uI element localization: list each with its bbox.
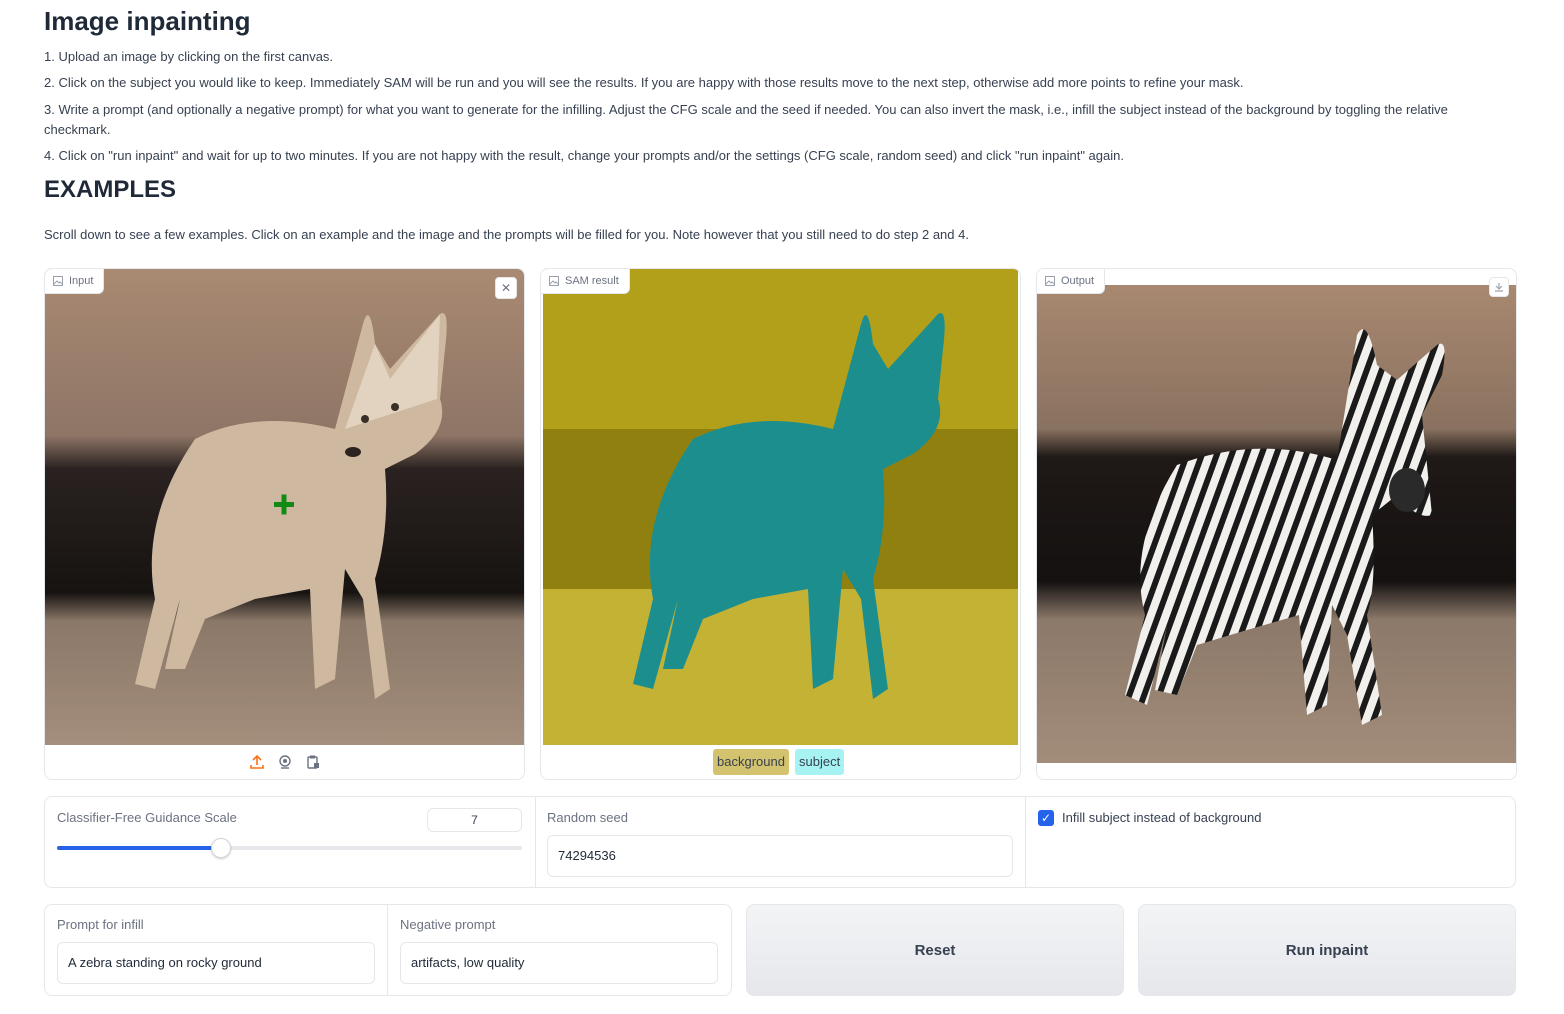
image-icon xyxy=(1045,276,1055,286)
input-source-toolbar xyxy=(45,745,524,779)
instruction-step-2: 2. Click on the subject you would like t… xyxy=(44,75,1244,90)
checkmark-icon: ✓ xyxy=(1040,811,1052,825)
instruction-step-3: 3. Write a prompt (and optionally a nega… xyxy=(44,102,1448,137)
clear-image-button[interactable]: ✕ xyxy=(495,277,517,299)
settings-row: Classifier-Free Guidance Scale 7 Random … xyxy=(44,796,1516,888)
upload-icon[interactable] xyxy=(249,754,265,770)
invert-mask-block: ✓ Infill subject instead of background xyxy=(1026,797,1515,887)
prompt-block: Prompt for infill A zebra standing on ro… xyxy=(45,905,388,995)
random-seed-input[interactable]: 74294536 xyxy=(547,835,1013,877)
sam-result-image xyxy=(543,269,1018,745)
prompt-label: Prompt for infill xyxy=(57,917,144,932)
negative-prompt-block: Negative prompt artifacts, low quality xyxy=(388,905,730,995)
legend-background: background xyxy=(713,749,789,775)
negative-prompt-label: Negative prompt xyxy=(400,917,496,932)
close-icon: ✕ xyxy=(500,281,512,295)
cfg-scale-slider-fill xyxy=(57,846,220,850)
examples-note: Scroll down to see a few examples. Click… xyxy=(44,227,969,242)
random-seed-label: Random seed xyxy=(547,810,628,825)
invert-mask-label[interactable]: Infill subject instead of background xyxy=(1062,810,1261,825)
examples-heading: EXAMPLES xyxy=(44,176,177,203)
instruction-step-4: 4. Click on "run inpaint" and wait for u… xyxy=(44,148,1124,163)
output-label: Output xyxy=(1061,275,1095,287)
invert-mask-checkbox[interactable]: ✓ xyxy=(1038,810,1054,826)
input-label: Input xyxy=(69,275,94,287)
run-inpaint-button[interactable]: Run inpaint xyxy=(1138,904,1516,996)
page-title: Image inpainting xyxy=(44,6,251,36)
output-image xyxy=(1037,285,1516,763)
random-seed-block: Random seed 74294536 xyxy=(536,797,1026,887)
cfg-scale-label: Classifier-Free Guidance Scale xyxy=(57,810,237,825)
input-label-tag: Input xyxy=(45,269,105,294)
output-label-tag: Output xyxy=(1037,269,1106,294)
sam-label-tag: SAM result xyxy=(541,269,630,294)
image-icon xyxy=(549,276,559,286)
input-image-panel[interactable]: Input ✕ xyxy=(44,268,525,780)
download-button[interactable] xyxy=(1489,277,1509,297)
cfg-scale-slider-handle[interactable] xyxy=(211,838,231,858)
sam-result-panel: SAM result background subject xyxy=(540,268,1021,780)
cfg-scale-number-input[interactable]: 7 xyxy=(427,808,522,832)
legend-subject: subject xyxy=(795,749,845,775)
sam-label: SAM result xyxy=(565,275,619,287)
instruction-step-1: 1. Upload an image by clicking on the fi… xyxy=(44,49,334,64)
reset-button[interactable]: Reset xyxy=(746,904,1124,996)
prompts-block: Prompt for infill A zebra standing on ro… xyxy=(44,904,732,996)
input-image[interactable] xyxy=(45,269,524,745)
negative-prompt-textarea[interactable]: artifacts, low quality xyxy=(400,942,718,984)
cfg-scale-block: Classifier-Free Guidance Scale 7 xyxy=(45,797,536,887)
prompt-textarea[interactable]: A zebra standing on rocky ground xyxy=(57,942,375,984)
output-panel: Output xyxy=(1036,268,1517,780)
clipboard-icon[interactable] xyxy=(305,754,321,770)
image-icon xyxy=(53,276,63,286)
download-icon xyxy=(1495,283,1503,292)
webcam-icon[interactable] xyxy=(277,754,293,770)
